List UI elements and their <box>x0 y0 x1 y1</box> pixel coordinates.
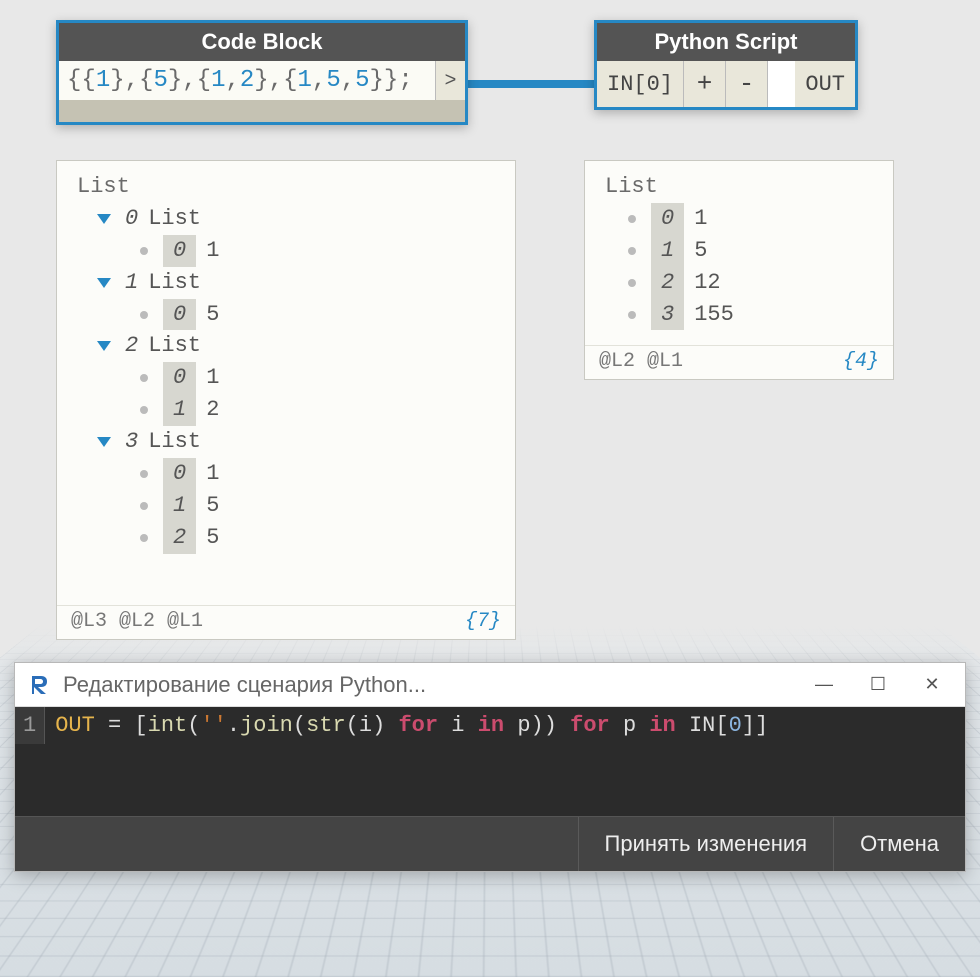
dot-icon <box>628 215 636 223</box>
py-in-port[interactable]: IN[0] <box>597 61 684 107</box>
node-code-footer <box>59 100 465 122</box>
watch1-root: List <box>77 171 499 203</box>
node-code-block[interactable]: Code Block {{1},{5},{1,2},{1,5,5}}; > <box>56 20 468 125</box>
watch1-item: 2 5 <box>137 522 499 554</box>
watch-panel-output: List 0 11 52 123 155 @L2 @L1 {4} <box>584 160 894 380</box>
window-close-button[interactable]: ✕ <box>905 663 959 706</box>
python-editor-window: Редактирование сценария Python... — ☐ ✕ … <box>14 662 966 872</box>
editor-gutter: 1 <box>15 707 45 744</box>
watch1-count: {7} <box>465 610 501 633</box>
editor-line-1[interactable]: OUT = [int(''.join(str(i) for i in p)) f… <box>45 707 778 744</box>
watch2-item: 1 5 <box>625 235 877 267</box>
node-wire <box>468 74 598 94</box>
watch1-item: 0 1 <box>137 458 499 490</box>
dot-icon <box>140 470 148 478</box>
watch2-levels: @L2 @L1 <box>599 350 683 373</box>
watch1-levels: @L3 @L2 @L1 <box>71 610 203 633</box>
dot-icon <box>628 247 636 255</box>
node-python-script[interactable]: Python Script IN[0] + - OUT <box>594 20 858 110</box>
watch2-item: 3 155 <box>625 299 877 331</box>
watch1-group-header[interactable]: 0 List <box>97 203 499 235</box>
revit-logo-icon <box>27 672 53 698</box>
editor-cancel-button[interactable]: Отмена <box>833 817 965 871</box>
watch1-item: 0 1 <box>137 235 499 267</box>
watch1-group-header[interactable]: 1 List <box>97 267 499 299</box>
watch-panel-input: List 0 List0 11 List0 52 List0 11 23 Lis… <box>56 160 516 640</box>
expand-icon[interactable] <box>97 341 111 351</box>
watch1-item: 0 1 <box>137 362 499 394</box>
dot-icon <box>140 534 148 542</box>
dot-icon <box>140 502 148 510</box>
watch2-item: 2 12 <box>625 267 877 299</box>
watch1-group-header[interactable]: 2 List <box>97 330 499 362</box>
watch1-item: 1 2 <box>137 394 499 426</box>
dot-icon <box>140 406 148 414</box>
node-code-title: Code Block <box>59 23 465 61</box>
editor-title: Редактирование сценария Python... <box>63 672 797 698</box>
dot-icon <box>140 247 148 255</box>
expand-icon[interactable] <box>97 437 111 447</box>
py-remove-input-button[interactable]: - <box>726 61 768 107</box>
editor-accept-button[interactable]: Принять изменения <box>578 817 834 871</box>
dot-icon <box>628 279 636 287</box>
watch2-item: 0 1 <box>625 203 877 235</box>
window-maximize-button[interactable]: ☐ <box>851 663 905 706</box>
py-add-input-button[interactable]: + <box>684 61 726 107</box>
watch1-item: 1 5 <box>137 490 499 522</box>
dot-icon <box>140 311 148 319</box>
code-out-port[interactable]: > <box>435 61 465 100</box>
watch2-root: List <box>605 171 877 203</box>
editor-titlebar[interactable]: Редактирование сценария Python... — ☐ ✕ <box>15 663 965 707</box>
watch1-group-header[interactable]: 3 List <box>97 426 499 458</box>
dot-icon <box>140 374 148 382</box>
node-py-title: Python Script <box>597 23 855 61</box>
watch2-count: {4} <box>843 350 879 373</box>
watch1-item: 0 5 <box>137 299 499 331</box>
dot-icon <box>628 311 636 319</box>
editor-code-area[interactable]: 1 OUT = [int(''.join(str(i) for i in p))… <box>15 707 965 744</box>
window-minimize-button[interactable]: — <box>797 663 851 706</box>
py-out-port[interactable]: OUT <box>795 61 855 107</box>
code-input[interactable]: {{1},{5},{1,2},{1,5,5}}; <box>59 61 435 100</box>
expand-icon[interactable] <box>97 278 111 288</box>
expand-icon[interactable] <box>97 214 111 224</box>
